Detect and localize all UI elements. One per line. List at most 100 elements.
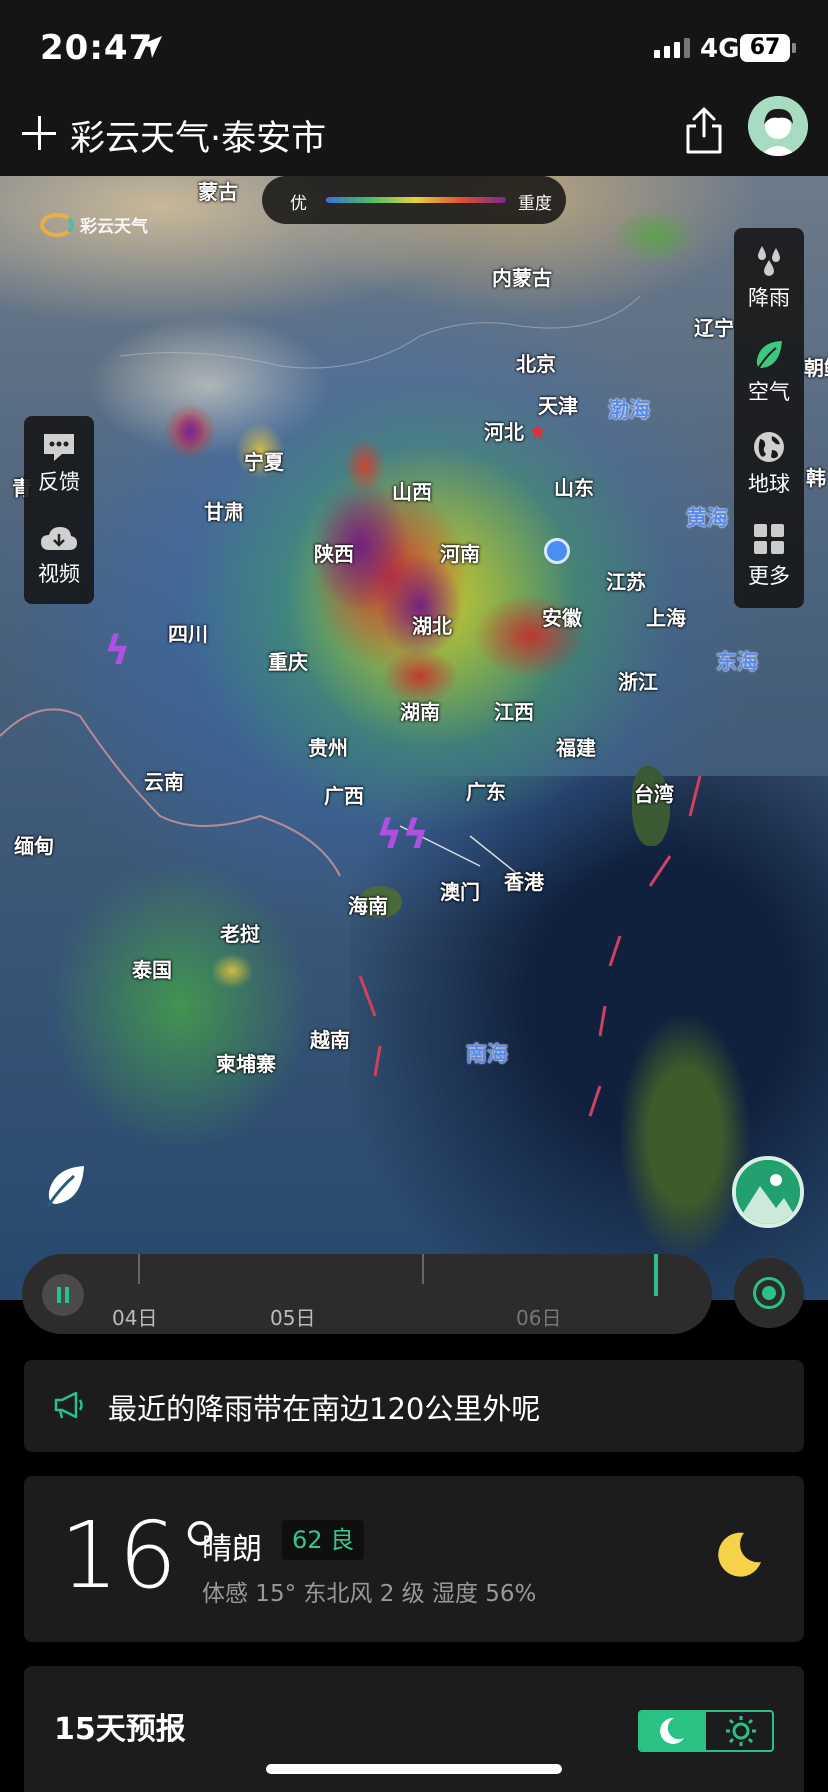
map-label: 四川 (168, 622, 208, 646)
map-label: 越南 (310, 1028, 350, 1052)
layer-more-button[interactable]: 更多 (734, 522, 804, 590)
map-label: 香港 (504, 870, 544, 894)
page-title[interactable]: 彩云天气·泰安市 (70, 110, 326, 161)
share-icon[interactable] (682, 106, 726, 156)
lightning-icon: ϟ (104, 628, 131, 674)
timeline-tick (422, 1254, 424, 1284)
rain-notice-card[interactable]: 最近的降雨带在南边120公里外呢 (24, 1360, 804, 1452)
user-location-marker[interactable] (544, 538, 570, 564)
leaf-icon (756, 341, 782, 370)
layer-globe-button[interactable]: 地球 (734, 430, 804, 498)
brand-logo: 彩云天气 (40, 212, 148, 237)
toggle-day-option[interactable] (708, 1712, 772, 1750)
scene-button[interactable] (732, 1156, 804, 1228)
map-label: 重庆 (268, 650, 308, 674)
layer-air-button[interactable]: 空气 (734, 338, 804, 406)
map-borders (0, 295, 702, 1117)
left-tool-panel: 反馈 视频 (24, 416, 94, 604)
map-label: 泰国 (132, 958, 172, 982)
moon-icon (718, 1532, 761, 1577)
cloud-download-icon (41, 527, 77, 550)
map-label: 广西 (324, 784, 364, 808)
timeline-current-marker[interactable] (654, 1254, 658, 1296)
legend-low-label: 优 (290, 194, 307, 214)
time-slider[interactable]: 04日 05日 06日 (22, 1254, 712, 1334)
map-label: 河南 (440, 542, 480, 566)
status-bar: 20:47 4G 67 (0, 0, 828, 96)
map-label: 山西 (392, 480, 432, 504)
map-label: 老挝 (220, 922, 260, 946)
map-label: 内蒙古 (492, 266, 552, 290)
grid-icon (754, 524, 784, 554)
layer-panel: 降雨 空气 地球 更多 (734, 228, 804, 608)
map-label: 天津 (538, 394, 578, 418)
megaphone-icon (54, 1391, 83, 1419)
layer-rain-button[interactable]: 降雨 (734, 244, 804, 312)
weather-details: 体感 15° 东北风 2 级 湿度 56% (202, 1581, 537, 1607)
map-label: 江西 (494, 700, 534, 724)
map-label: 陕西 (314, 542, 354, 566)
map-label: 海南 (348, 894, 388, 918)
layer-globe-label: 地球 (748, 472, 790, 496)
locate-button[interactable] (734, 1258, 804, 1328)
map-label: 缅甸 (14, 834, 54, 858)
timeline-tick (138, 1254, 140, 1284)
map-label: 安徽 (542, 606, 582, 630)
legend-high-label: 重度 (518, 194, 552, 214)
map-label: 宁夏 (244, 450, 284, 474)
layer-air-label: 空气 (748, 380, 790, 404)
map-label: 山东 (554, 476, 594, 500)
air-leaf-icon[interactable] (44, 1164, 88, 1208)
map-label: 贵州 (308, 736, 348, 760)
toggle-night-option[interactable] (640, 1712, 706, 1750)
logo-icon (40, 212, 74, 237)
map-label: 甘肃 (204, 500, 244, 524)
map-label: 柬埔寨 (216, 1052, 276, 1076)
timeline-label: 04日 (112, 1306, 158, 1330)
feedback-label: 反馈 (38, 470, 80, 494)
raindrops-icon (758, 246, 780, 276)
map-label: 台湾 (634, 782, 674, 806)
status-time: 20:47 (40, 28, 154, 68)
timeline-label: 06日 (516, 1306, 562, 1330)
map-label: 北京 (516, 352, 556, 376)
pause-button[interactable] (42, 1274, 84, 1316)
aqi-badge[interactable]: 62 良 (282, 1520, 365, 1560)
home-indicator[interactable] (266, 1764, 562, 1774)
map-label: 云南 (144, 770, 184, 794)
signal-icon (654, 38, 690, 58)
rain-notice-text: 最近的降雨带在南边120公里外呢 (108, 1392, 541, 1426)
map-label: 澳门 (440, 880, 480, 904)
sea-label: 东海 (716, 650, 758, 674)
app-header: 彩云天气·泰安市 (0, 96, 828, 176)
map-label: 韩 (806, 466, 826, 490)
location-arrow-icon (140, 36, 162, 58)
layer-more-label: 更多 (748, 564, 790, 588)
avatar-face-icon (748, 96, 808, 156)
map-label: 蒙古 (198, 180, 238, 204)
map-label: 浙江 (618, 670, 658, 694)
feedback-button[interactable]: 反馈 (24, 432, 94, 496)
battery-tip (792, 43, 796, 53)
add-city-icon[interactable] (22, 116, 56, 150)
forecast-title: 15天预报 (54, 1712, 186, 1747)
sea-label: 南海 (466, 1042, 508, 1066)
map-label: 河北 (484, 420, 524, 444)
map-label: 上海 (646, 606, 686, 630)
forecast-view-toggle[interactable] (638, 1710, 774, 1752)
timeline-label: 05日 (270, 1306, 316, 1330)
map-label: 湖北 (412, 614, 452, 638)
map-label: 辽宁 (694, 316, 734, 340)
capital-star-icon: ★ (528, 420, 548, 445)
sea-label: 渤海 (608, 398, 650, 422)
mountain-icon (736, 1160, 800, 1224)
sun-icon (726, 1716, 756, 1746)
avatar[interactable] (748, 96, 808, 156)
network-type: 4G (700, 34, 740, 64)
video-button[interactable]: 视频 (24, 524, 94, 588)
map-label: 朝鲜 (804, 356, 828, 380)
current-weather-card[interactable]: 16° 晴朗 62 良 体感 15° 东北风 2 级 湿度 56% (24, 1476, 804, 1642)
globe-icon (754, 432, 784, 462)
weather-map[interactable]: 彩云天气 优 重度 蒙古 内蒙古 辽宁 北京 ★ 天津 河北 宁夏 山西 山东 … (0, 176, 828, 1300)
logo-text: 彩云天气 (80, 217, 148, 237)
